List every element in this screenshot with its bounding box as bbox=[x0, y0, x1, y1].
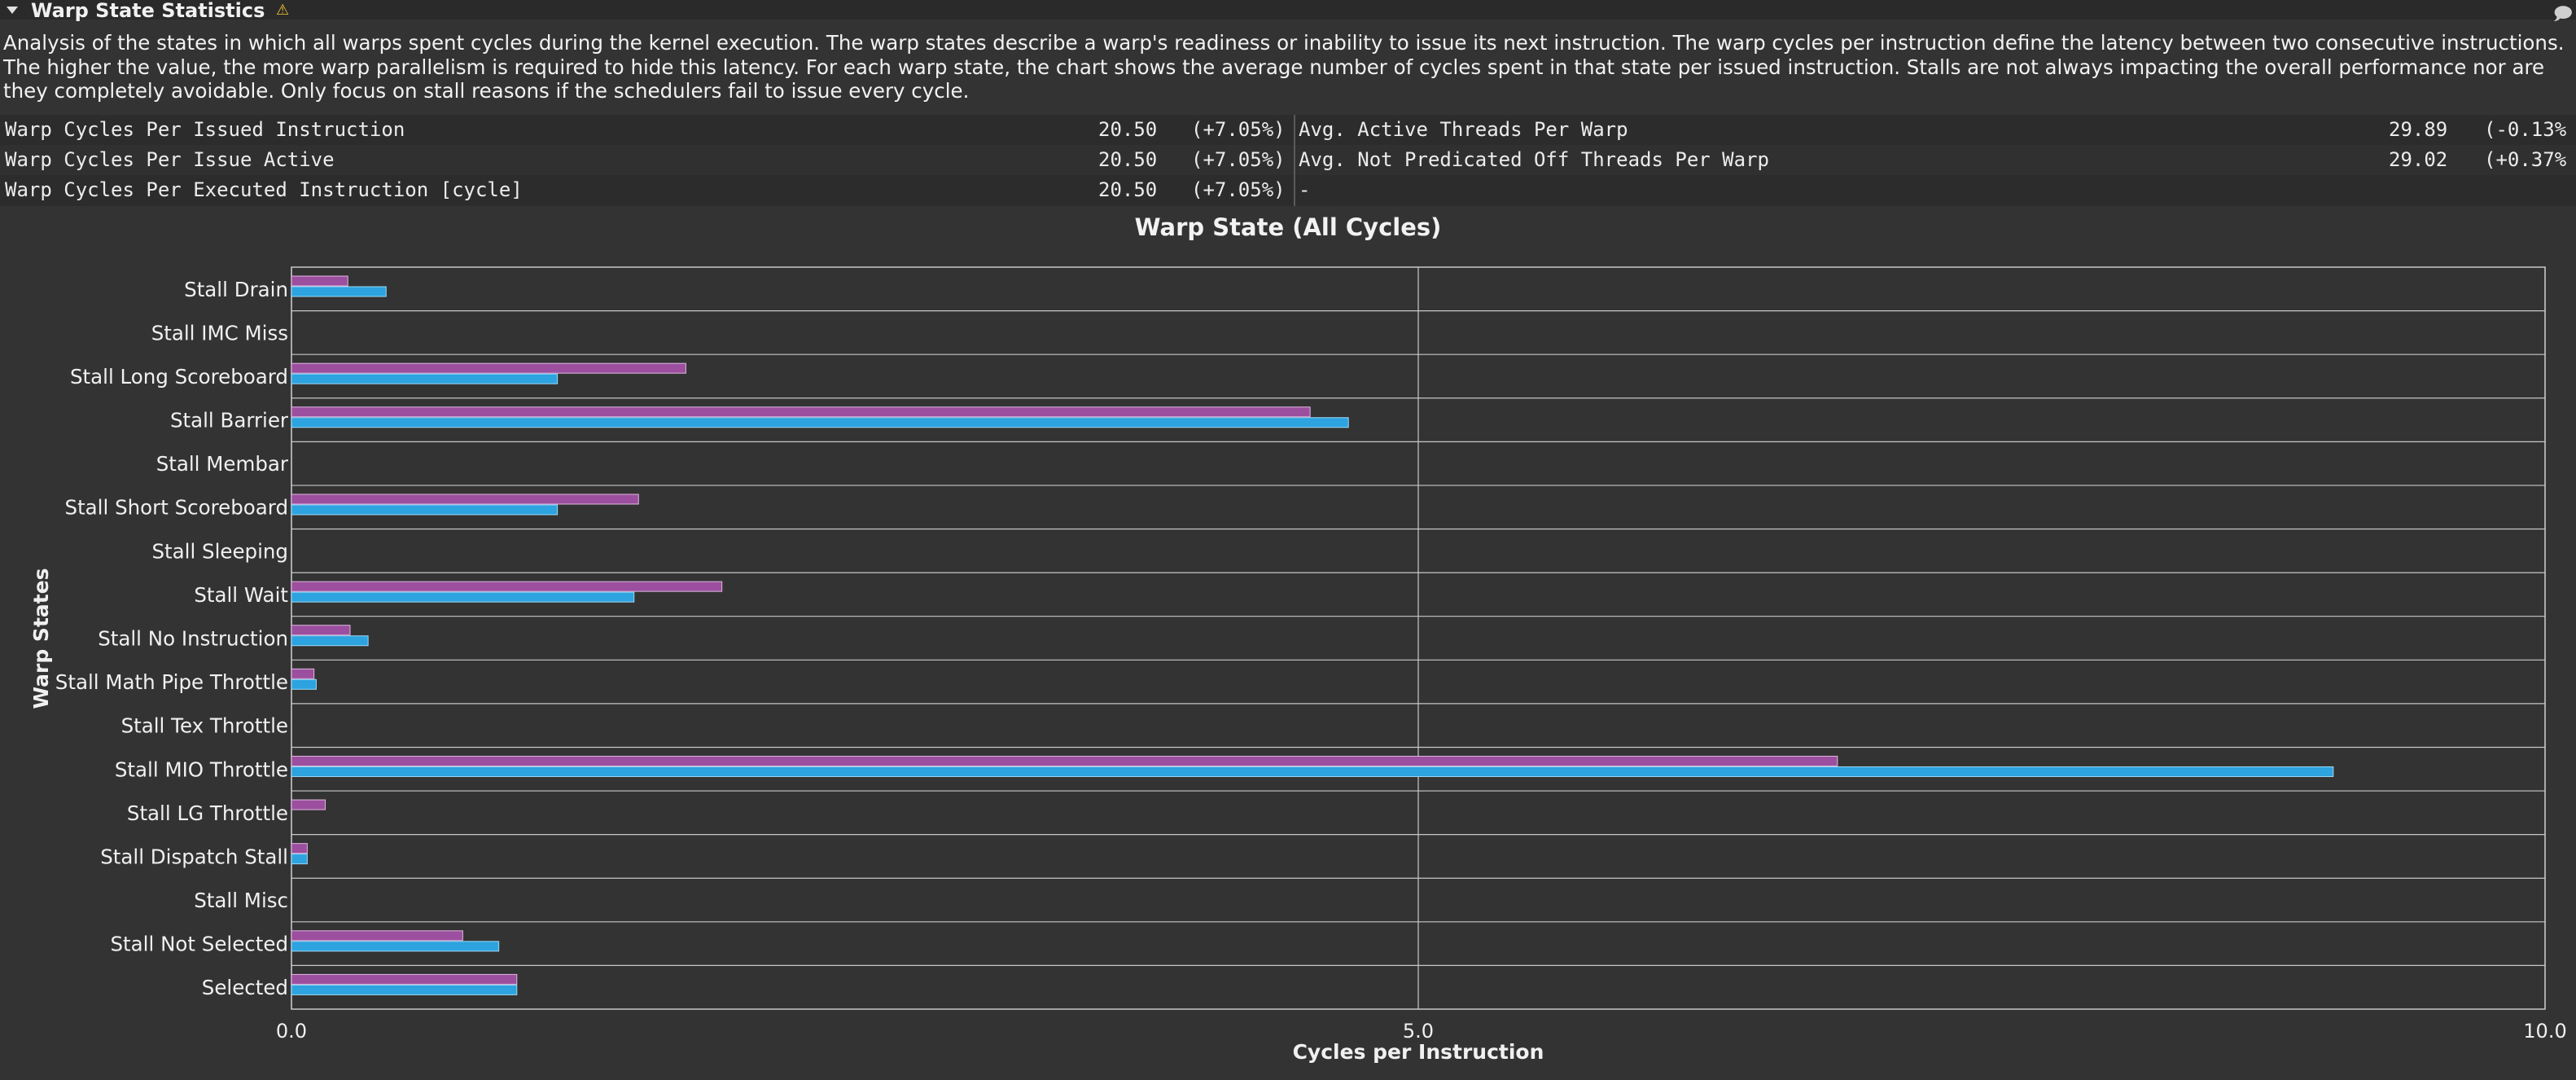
bar bbox=[291, 766, 2334, 777]
category-label: Stall Sleeping bbox=[151, 539, 288, 563]
bar bbox=[291, 930, 463, 942]
category-label: Stall Wait bbox=[194, 583, 288, 607]
category-label: Stall MIO Throttle bbox=[115, 757, 288, 781]
bar bbox=[291, 755, 1838, 766]
y-axis-title: Warp States bbox=[29, 568, 53, 709]
category-label: Stall Dispatch Stall bbox=[100, 845, 288, 868]
category-label: Stall IMC Miss bbox=[151, 321, 288, 345]
bar bbox=[291, 591, 635, 603]
bar bbox=[291, 625, 351, 636]
category-label: Stall Math Pipe Throttle bbox=[55, 670, 288, 694]
category-label: Selected bbox=[202, 976, 288, 999]
bar bbox=[291, 941, 500, 952]
category-label: Stall No Instruction bbox=[98, 627, 288, 651]
bar bbox=[291, 373, 559, 384]
bar bbox=[291, 984, 518, 995]
bar bbox=[291, 635, 369, 647]
bar bbox=[291, 854, 308, 865]
bar bbox=[291, 799, 326, 810]
category-label: Stall Short Scoreboard bbox=[65, 496, 288, 520]
bar bbox=[291, 973, 518, 985]
bar bbox=[291, 668, 315, 679]
category-label: Stall Tex Throttle bbox=[121, 714, 288, 738]
x-tick-label: 10.0 bbox=[2523, 1020, 2566, 1043]
chart-grid bbox=[291, 266, 2546, 1010]
category-label: Stall LG Throttle bbox=[127, 801, 288, 825]
bar bbox=[291, 494, 639, 505]
x-tick-label: 0.0 bbox=[276, 1020, 307, 1043]
bar bbox=[291, 504, 559, 516]
bar bbox=[291, 843, 308, 854]
warp-state-chart: Stall Drain Stall IMC Miss Stall Long Scor… bbox=[29, 266, 2567, 1064]
x-tick-label: 5.0 bbox=[1403, 1020, 1434, 1043]
category-label: Stall Misc bbox=[194, 889, 288, 912]
chart-bars bbox=[291, 275, 2334, 995]
warp-state-statistics-section: Warp State Statistics ⚠ 🗩 Analysis of th… bbox=[0, 0, 2576, 1080]
bar bbox=[291, 286, 387, 297]
x-axis-title: Cycles per Instruction bbox=[1293, 1040, 1544, 1064]
bar bbox=[291, 362, 686, 374]
category-label: Stall Not Selected bbox=[111, 933, 289, 956]
chart-category-labels: Stall Drain Stall IMC Miss Stall Long Scor… bbox=[55, 278, 289, 999]
bar bbox=[291, 275, 348, 287]
bar bbox=[291, 417, 1349, 428]
category-label: Stall Long Scoreboard bbox=[70, 365, 288, 389]
category-label: Stall Barrier bbox=[170, 409, 289, 432]
bar bbox=[291, 406, 1311, 418]
category-label: Stall Drain bbox=[184, 278, 288, 301]
chart-tick-labels: 0.0 5.0 10.0 bbox=[276, 1020, 2567, 1043]
bar bbox=[291, 581, 723, 592]
bar bbox=[291, 678, 317, 690]
category-label: Stall Membar bbox=[156, 452, 289, 476]
